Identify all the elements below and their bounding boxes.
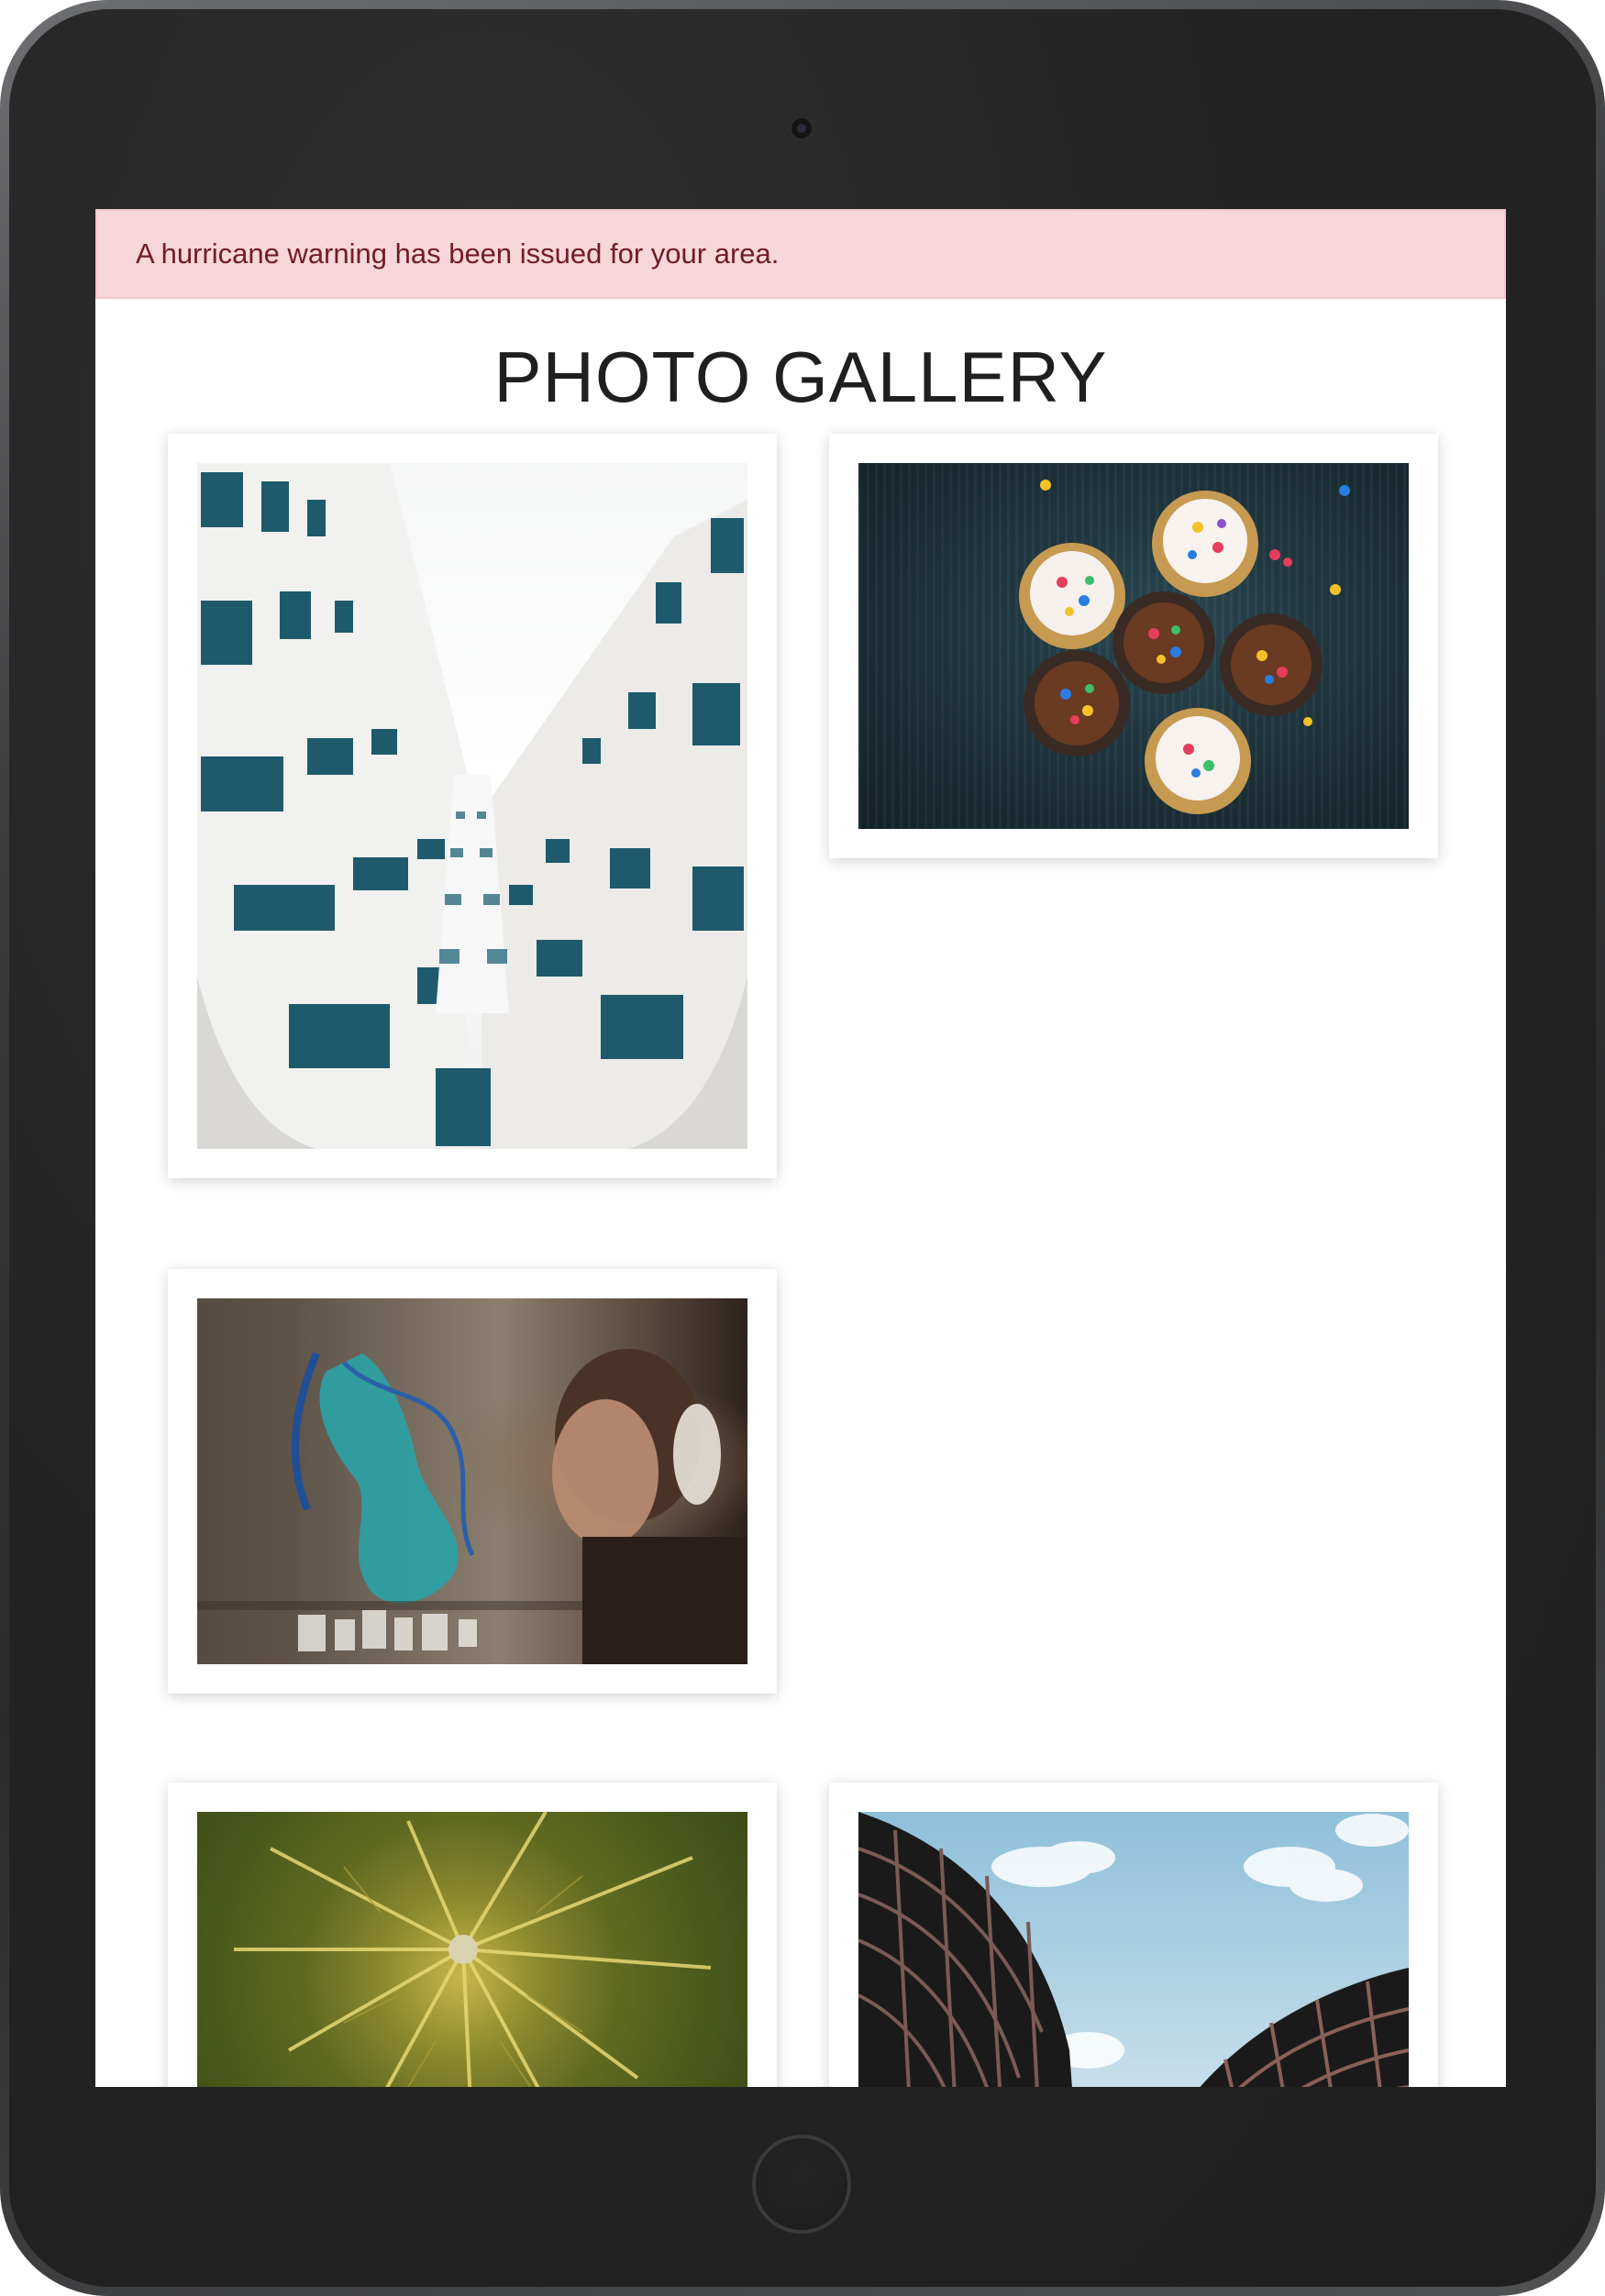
gallery-photo-palm-tree[interactable] (197, 1812, 747, 2087)
home-button-icon[interactable] (752, 2135, 851, 2234)
alert-message: A hurricane warning has been issued for … (136, 237, 780, 270)
palm-illustration (234, 1812, 712, 2087)
graffiti-illustration (197, 1298, 747, 1664)
gallery-card[interactable] (168, 1269, 777, 1694)
gallery-card[interactable] (829, 434, 1438, 858)
hurricane-warning-alert: A hurricane warning has been issued for … (95, 209, 1506, 299)
gallery-card[interactable] (168, 434, 777, 1178)
gallery-photo-cupcakes[interactable] (858, 463, 1409, 829)
gallery-card[interactable] (168, 1783, 777, 2087)
gallery-photo-towers[interactable] (858, 1812, 1409, 2087)
gallery-photo-building[interactable] (197, 463, 747, 1149)
gallery-card[interactable] (829, 1783, 1438, 2087)
gallery-photo-graffiti[interactable] (197, 1298, 747, 1664)
tablet-frame: A hurricane warning has been issued for … (0, 0, 1605, 2296)
page-title: PHOTO GALLERY (493, 337, 1108, 417)
building-illustration (197, 463, 747, 1149)
towers-illustration (858, 1812, 1409, 2087)
camera-icon (788, 115, 815, 142)
cupcakes-illustration (1019, 480, 1350, 814)
screen: A hurricane warning has been issued for … (95, 209, 1506, 2087)
